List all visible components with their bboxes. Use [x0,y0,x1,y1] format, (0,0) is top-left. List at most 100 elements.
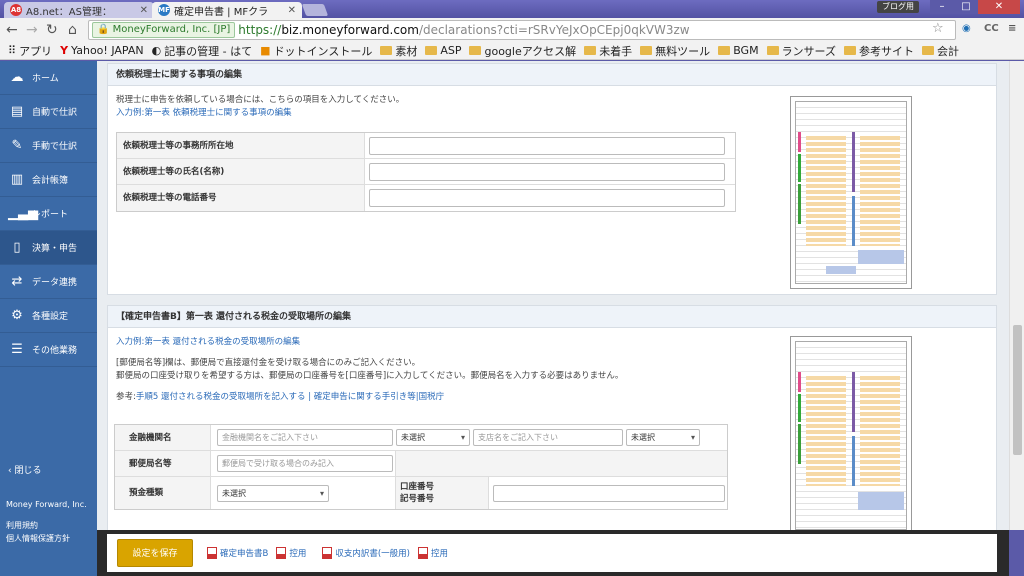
tax-accountant-form: 依頼税理士等の事務所所在地 依頼税理士等の氏名(名称) 依頼税理士等の電話番号 [116,132,736,212]
folder-icon [844,46,857,55]
example-link[interactable]: 入力例:第一表 還付される税金の受取場所の編集 [116,336,623,349]
sidebar-item-books[interactable]: ▥ 会計帳簿 [0,163,97,197]
section-title: 依頼税理士に関する事項の編集 [108,64,996,86]
url-protocol: https:// [238,23,282,37]
bank-type-select[interactable]: 未選択 [396,429,470,446]
folder-icon [469,46,482,55]
book-icon: ▥ [10,172,24,187]
pdf-icon [276,547,287,559]
data-link-icon: ⇄ [11,274,23,289]
reference-link-nta[interactable]: 国税庁 [419,392,445,402]
sidebar-close-button[interactable]: ‹ 閉じる [8,463,42,476]
menu-icon[interactable]: ≡ [1008,23,1016,34]
bank-name-input[interactable]: 金融機関名をご記入下さい [217,429,393,446]
a8-favicon-icon: A8 [10,4,22,16]
profile-button[interactable]: ブログ用 [877,1,919,13]
yahoo-icon: Y [60,44,69,57]
pdf-link-copy-2[interactable]: 控用 [418,547,448,559]
bookmark-apps[interactable]: ⠿ アプリ [8,43,52,59]
bookmark-folder[interactable]: ランサーズ [766,43,836,59]
folder-icon [640,46,653,55]
chart-icon: ▁▃▅ [8,206,38,221]
close-tab-icon[interactable]: ✕ [140,5,148,16]
extension-icon[interactable]: ◉ [962,23,971,34]
minimize-icon[interactable]: – [930,0,954,14]
sidebar-item-home[interactable]: ☁ ホーム [0,61,97,95]
forward-icon[interactable]: → [26,22,38,38]
close-tab-icon[interactable]: ✕ [288,5,296,16]
privacy-link[interactable]: 個人情報保護方針 [6,532,70,545]
office-address-input[interactable] [369,137,725,155]
url-host: biz.moneyforward.com [281,23,419,37]
address-bar[interactable]: 🔒 MoneyForward, Inc. [JP] https://biz.mo… [88,20,956,40]
cloud-icon: ☁ [10,70,24,85]
sidebar-item-settings[interactable]: ⚙ 各種設定 [0,299,97,333]
maximize-icon[interactable]: □ [954,0,978,14]
scrollbar[interactable] [1009,61,1024,530]
pdf-icon [322,547,333,559]
cc-extension-icon[interactable]: CC [984,23,999,34]
bookmark-dotinstall[interactable]: ■ ドットインストール [260,43,372,59]
scrollbar-thumb[interactable] [1013,325,1022,455]
hatena-icon: ◐ [151,44,162,57]
back-icon[interactable]: ← [6,22,18,38]
accountant-phone-input[interactable] [369,189,725,207]
company-name: Money Forward, Inc. [6,500,87,509]
bookmark-folder[interactable]: BGM [718,44,759,57]
reference-link-step5[interactable]: 手順5 還付される税金の受取場所を記入する [136,392,306,402]
sidebar-item-auto-journal[interactable]: ▤ 自動で仕訳 [0,95,97,129]
url-path: /declarations?cti=rSRvYeJxOpCEpj0qkVW3zw [418,23,690,37]
pdf-icon [418,547,428,559]
new-tab-button[interactable] [301,4,329,16]
main-content: 依頼税理士に関する事項の編集 税理士に申告を依頼している場合には、こちらの項目を… [97,61,1009,576]
sidebar-item-declaration[interactable]: ▯ 決算・申告 [0,231,97,265]
example-link[interactable]: 入力例:第一表 依頼税理士に関する事項の編集 [116,107,404,120]
sidebar-item-report[interactable]: ▁▃▅ レポート [0,197,97,231]
browser-tab-bar: A8 A8.net：AS管理： ✕ MF 確定申告書 | MFクラ ✕ ブログ用… [0,0,1024,18]
save-button[interactable]: 設定を保存 [117,539,193,567]
bookmark-folder[interactable]: googleアクセス解 [469,43,576,59]
bookmark-folder[interactable]: ASP [425,44,461,57]
account-number-input[interactable] [493,484,725,502]
accountant-phone-label: 依頼税理士等の電話番号 [117,185,365,211]
chevron-left-icon: ‹ [8,466,12,476]
bookmark-folder[interactable]: 会計 [922,43,959,59]
tab-declaration[interactable]: MF 確定申告書 | MFクラ ✕ [152,2,302,18]
bookmark-hatena[interactable]: ◐ 記事の管理 - はて [152,43,253,59]
reference-link-guide[interactable]: 確定申告に関する手引き等 [314,392,416,402]
reload-icon[interactable]: ↻ [46,22,58,38]
home-icon[interactable]: ⌂ [68,22,77,38]
bookmark-folder[interactable]: 無料ツール [640,43,710,59]
branch-name-input[interactable]: 支店名をご記入下さい [473,429,623,446]
tax-accountant-card: 依頼税理士に関する事項の編集 税理士に申告を依頼している場合には、こちらの項目を… [107,63,997,295]
deposit-type-select[interactable]: 未選択 [217,484,329,502]
auto-journal-icon: ▤ [10,104,24,119]
refund-form: 金融機関名 金融機関名をご記入下さい 未選択 支店名をご記入下さい 未選択 郵便… [114,424,728,510]
office-address-label: 依頼税理士等の事務所所在地 [117,133,365,158]
bookmark-folder[interactable]: 未着手 [584,43,632,59]
bookmark-folder[interactable]: 素材 [380,43,417,59]
secure-badge[interactable]: 🔒 MoneyForward, Inc. [JP] [92,22,236,38]
pdf-link-income-statement[interactable]: 収支内訳書(一般用) [322,547,410,559]
bookmark-yahoo[interactable]: Y Yahoo! JAPAN [60,44,144,57]
pdf-link-declaration-b[interactable]: 確定申告書B [207,547,268,559]
reference-label: 参考: [116,392,136,402]
accountant-name-input[interactable] [369,163,725,181]
pdf-link-copy[interactable]: 控用 [276,547,306,559]
sidebar-item-other[interactable]: ☰ その他業務 [0,333,97,367]
sidebar-item-manual-journal[interactable]: ✎ 手動で仕訳 [0,129,97,163]
branch-type-select[interactable]: 未選択 [626,429,700,446]
account-number-label: 口座番号 [400,482,435,492]
post-office-input[interactable]: 郵便局で受け取る場合のみ記入 [217,455,393,472]
reference-separator: | [308,392,312,402]
bookmark-folder[interactable]: 参考サイト [844,43,914,59]
symbol-number-label: 記号番号 [400,494,435,504]
folder-icon [584,46,597,55]
footer-bar: 設定を保存 確定申告書B 控用 収支内訳書(一般用) 控用 [97,530,1009,576]
tax-form-preview-image [790,96,912,289]
window-close-icon[interactable]: ✕ [978,0,1020,14]
sidebar-item-data-link[interactable]: ⇄ データ連携 [0,265,97,299]
bookmark-star-icon[interactable]: ☆ [932,21,944,36]
tab-a8net[interactable]: A8 A8.net：AS管理： ✕ [4,2,154,18]
terms-link[interactable]: 利用規約 [6,519,70,532]
